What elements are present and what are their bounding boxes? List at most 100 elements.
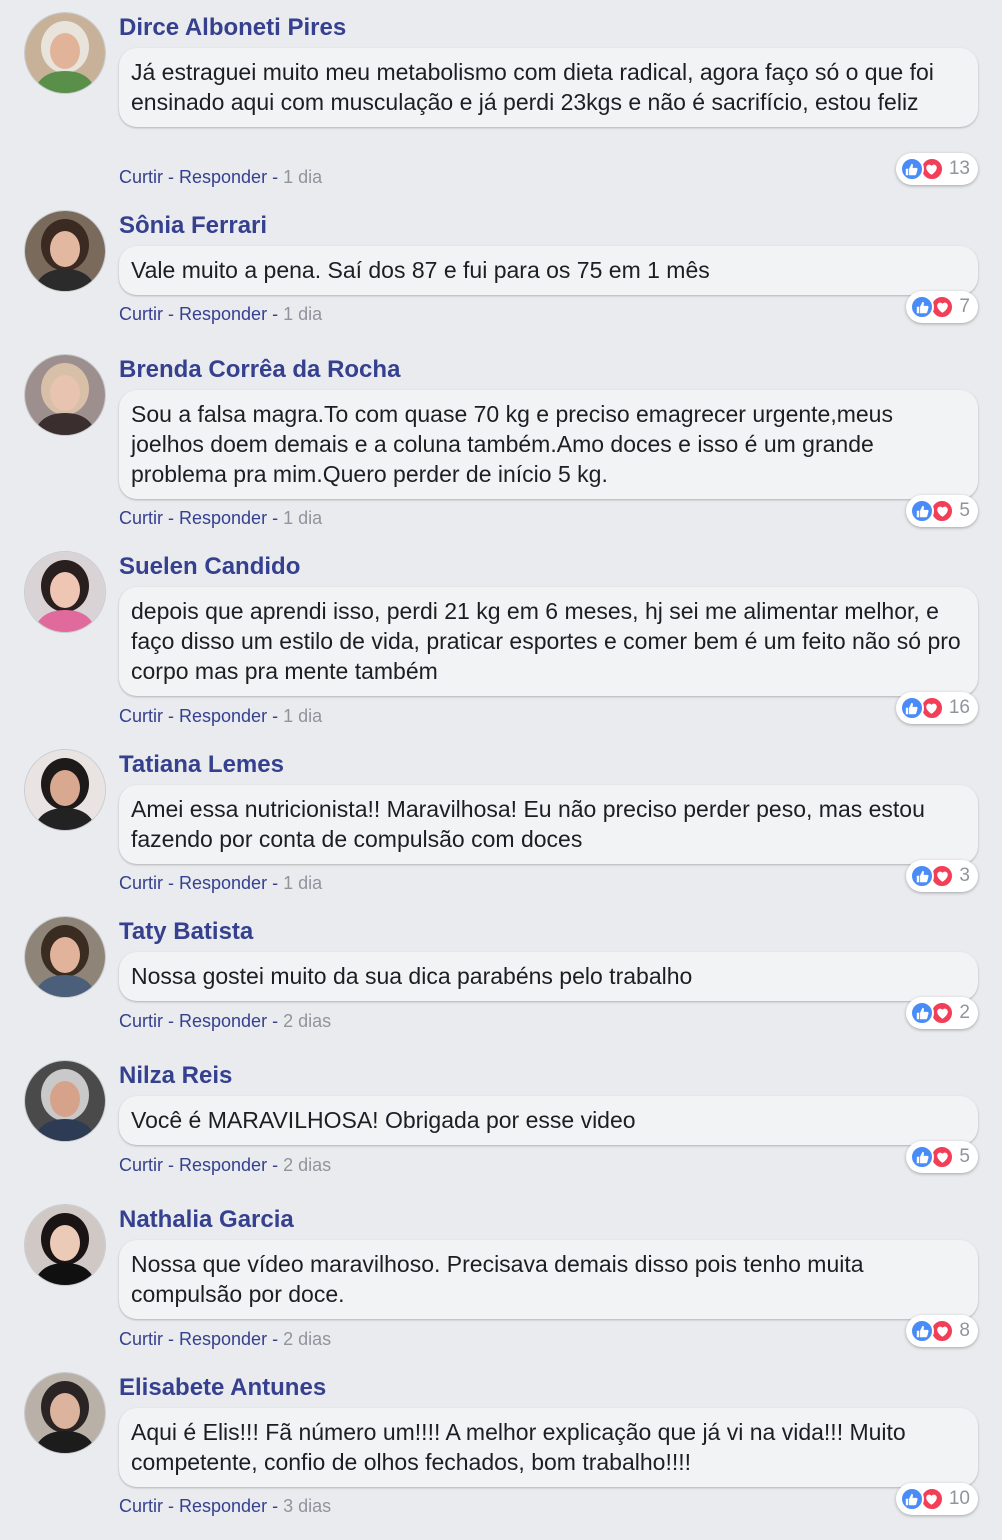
avatar[interactable] xyxy=(24,551,106,633)
author-name[interactable]: Tatiana Lemes xyxy=(119,751,284,779)
comment-timestamp: 2 dias xyxy=(283,1011,332,1031)
separator: - xyxy=(163,873,179,893)
reactions-summary[interactable]: 5 xyxy=(906,1141,978,1173)
thumbs-up-icon xyxy=(910,1319,935,1343)
separator: - xyxy=(267,304,284,324)
avatar-photo xyxy=(25,1205,105,1285)
separator: - xyxy=(163,1155,179,1175)
comment-timestamp: 3 dias xyxy=(283,1496,332,1516)
like-link[interactable]: Curtir xyxy=(119,706,163,726)
comment-text: Sou a falsa magra.To com quase 70 kg e p… xyxy=(119,390,978,499)
like-link[interactable]: Curtir xyxy=(119,873,163,893)
reaction-count: 10 xyxy=(948,1488,970,1509)
reaction-count: 3 xyxy=(959,865,970,886)
comment-text: Nossa que vídeo maravilhoso. Precisava d… xyxy=(119,1240,978,1319)
heart-icon xyxy=(930,864,955,888)
like-link[interactable]: Curtir xyxy=(119,1496,163,1516)
avatar-photo xyxy=(25,1373,105,1453)
separator: - xyxy=(267,706,284,726)
avatar[interactable] xyxy=(24,12,106,94)
avatar[interactable] xyxy=(24,749,106,831)
like-link[interactable]: Curtir xyxy=(119,304,163,324)
reply-link[interactable]: Responder xyxy=(179,304,267,324)
comment-text: Aqui é Elis!!! Fã número um!!!! A melhor… xyxy=(119,1408,978,1487)
avatar[interactable] xyxy=(24,354,106,436)
heart-icon xyxy=(930,1001,955,1025)
reactions-summary[interactable]: 2 xyxy=(906,997,978,1029)
separator: - xyxy=(267,1155,284,1175)
comment-timestamp: 2 dias xyxy=(283,1329,332,1349)
reactions-summary[interactable]: 5 xyxy=(906,495,978,527)
separator: - xyxy=(163,167,179,187)
comment-text: depois que aprendi isso, perdi 21 kg em … xyxy=(119,587,978,696)
comment-text: Você é MARAVILHOSA! Obrigada por esse vi… xyxy=(119,1096,978,1145)
author-name[interactable]: Suelen Candido xyxy=(119,553,300,581)
avatar-photo xyxy=(25,917,105,997)
reaction-count: 7 xyxy=(959,296,970,317)
comment-timestamp: 1 dia xyxy=(283,304,323,324)
reply-link[interactable]: Responder xyxy=(179,1496,267,1516)
comment-text: Amei essa nutricionista!! Maravilhosa! E… xyxy=(119,785,978,864)
avatar[interactable] xyxy=(24,1204,106,1286)
heart-icon xyxy=(930,1145,955,1169)
comment-actions: Curtir - Responder - 1 dia xyxy=(119,166,322,188)
separator: - xyxy=(163,1329,179,1349)
author-name[interactable]: Dirce Alboneti Pires xyxy=(119,14,346,42)
author-name[interactable]: Taty Batista xyxy=(119,918,253,946)
reaction-count: 8 xyxy=(959,1320,970,1341)
author-name[interactable]: Sônia Ferrari xyxy=(119,212,267,240)
like-link[interactable]: Curtir xyxy=(119,508,163,528)
comment-actions: Curtir - Responder - 2 dias xyxy=(119,1010,331,1032)
reaction-count: 16 xyxy=(948,697,970,718)
reactions-summary[interactable]: 10 xyxy=(895,1483,978,1515)
like-link[interactable]: Curtir xyxy=(119,1155,163,1175)
reply-link[interactable]: Responder xyxy=(179,873,267,893)
reaction-count: 5 xyxy=(959,1146,970,1167)
heart-icon xyxy=(930,1319,955,1343)
like-link[interactable]: Curtir xyxy=(119,1329,163,1349)
reactions-summary[interactable]: 8 xyxy=(906,1315,978,1347)
comment-timestamp: 2 dias xyxy=(283,1155,332,1175)
avatar[interactable] xyxy=(24,916,106,998)
avatar-photo xyxy=(25,355,105,435)
thumbs-up-icon xyxy=(910,864,935,888)
like-link[interactable]: Curtir xyxy=(119,1011,163,1031)
like-link[interactable]: Curtir xyxy=(119,167,163,187)
avatar-photo xyxy=(25,211,105,291)
separator: - xyxy=(267,508,284,528)
reply-link[interactable]: Responder xyxy=(179,706,267,726)
avatar-photo xyxy=(25,1061,105,1141)
comment-timestamp: 1 dia xyxy=(283,508,323,528)
reactions-summary[interactable]: 16 xyxy=(895,692,978,724)
avatar-photo xyxy=(25,13,105,93)
author-name[interactable]: Elisabete Antunes xyxy=(119,1374,326,1402)
thumbs-up-icon xyxy=(899,157,924,181)
reply-link[interactable]: Responder xyxy=(179,1155,267,1175)
comment-text: Nossa gostei muito da sua dica parabéns … xyxy=(119,952,978,1001)
reply-link[interactable]: Responder xyxy=(179,1329,267,1349)
avatar-photo xyxy=(25,552,105,632)
reactions-summary[interactable]: 13 xyxy=(895,153,978,185)
avatar[interactable] xyxy=(24,210,106,292)
reply-link[interactable]: Responder xyxy=(179,167,267,187)
avatar[interactable] xyxy=(24,1372,106,1454)
author-name[interactable]: Brenda Corrêa da Rocha xyxy=(119,356,400,384)
separator: - xyxy=(267,1496,284,1516)
comment-text: Vale muito a pena. Saí dos 87 e fui para… xyxy=(119,246,978,295)
author-name[interactable]: Nilza Reis xyxy=(119,1062,232,1090)
heart-icon xyxy=(930,499,955,523)
comment-timestamp: 1 dia xyxy=(283,167,323,187)
heart-icon xyxy=(930,295,955,319)
thumbs-up-icon xyxy=(899,696,924,720)
thumbs-up-icon xyxy=(910,1145,935,1169)
thumbs-up-icon xyxy=(910,295,935,319)
reply-link[interactable]: Responder xyxy=(179,508,267,528)
author-name[interactable]: Nathalia Garcia xyxy=(119,1206,294,1234)
comment-timestamp: 1 dia xyxy=(283,706,323,726)
reactions-summary[interactable]: 7 xyxy=(906,291,978,323)
comment-text: Já estraguei muito meu metabolismo com d… xyxy=(119,48,978,127)
reply-link[interactable]: Responder xyxy=(179,1011,267,1031)
comment-actions: Curtir - Responder - 2 dias xyxy=(119,1154,331,1176)
avatar[interactable] xyxy=(24,1060,106,1142)
reactions-summary[interactable]: 3 xyxy=(906,860,978,892)
